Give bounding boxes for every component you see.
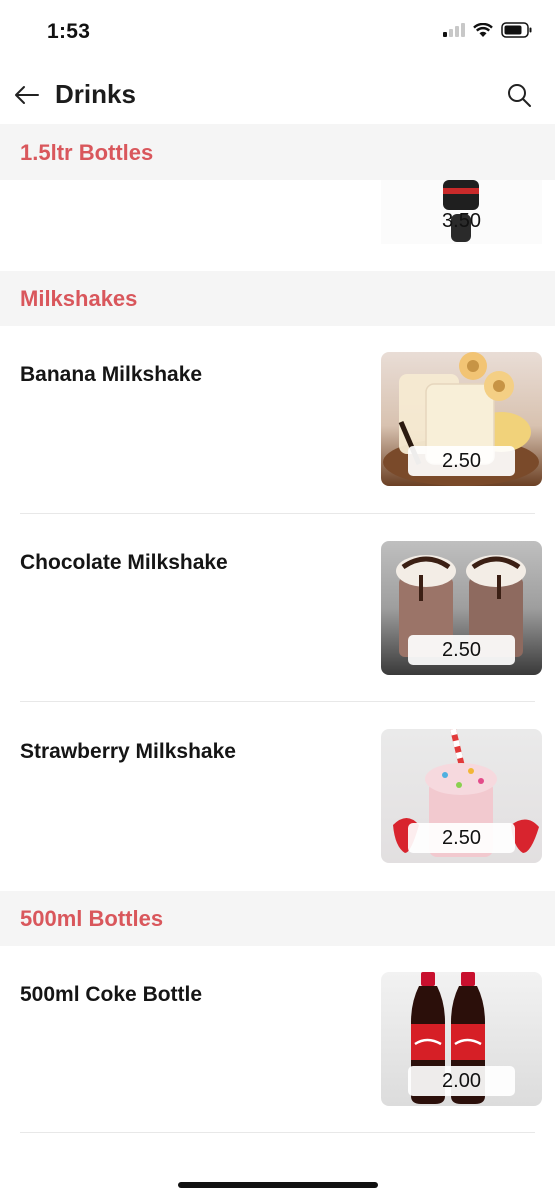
section-header-milkshakes: Milkshakes (0, 271, 555, 326)
status-time: 1:53 (47, 20, 91, 43)
nav-bar: Drinks (0, 62, 555, 124)
battery-icon (501, 22, 532, 38)
page-title: Drinks (55, 79, 136, 109)
section-header-1-5ltr-bottles: 1.5ltr Bottles (0, 124, 555, 180)
item-name-chocolate-milkshake[interactable]: Chocolate Milkshake (20, 551, 228, 575)
home-indicator[interactable] (178, 1182, 378, 1188)
price-badge: 2.50 (408, 446, 515, 476)
back-arrow-icon[interactable] (12, 80, 42, 110)
item-image-strawberry-milkshake[interactable]: 2.50 (381, 729, 542, 863)
price-badge: 2.50 (408, 635, 515, 665)
signal-icon (443, 23, 465, 37)
price-label: 3.50 (442, 210, 481, 232)
divider (20, 701, 535, 702)
wifi-icon (473, 22, 493, 37)
section-title: 500ml Bottles (20, 906, 164, 931)
price-badge: 2.50 (408, 823, 515, 853)
status-bar: 1:53 (0, 0, 555, 62)
section-title: 1.5ltr Bottles (20, 140, 154, 165)
price-badge: 2.00 (408, 1066, 515, 1096)
item-image-500ml-coke-bottle[interactable]: 2.00 (381, 972, 542, 1106)
item-name-500ml-coke-bottle[interactable]: 500ml Coke Bottle (20, 983, 202, 1007)
section-header-500ml-bottles: 500ml Bottles (0, 891, 555, 946)
status-icons (443, 22, 533, 38)
item-image-chocolate-milkshake[interactable]: 2.50 (381, 541, 542, 675)
divider (20, 513, 535, 514)
item-name-strawberry-milkshake[interactable]: Strawberry Milkshake (20, 740, 236, 764)
divider (20, 1132, 535, 1133)
item-image-banana-milkshake[interactable]: 2.50 (381, 352, 542, 486)
search-icon[interactable] (505, 81, 533, 109)
item-name-banana-milkshake[interactable]: Banana Milkshake (20, 363, 202, 387)
section-title: Milkshakes (20, 286, 138, 311)
item-image-1-5ltr-bottle[interactable]: 3.50 (381, 180, 542, 244)
